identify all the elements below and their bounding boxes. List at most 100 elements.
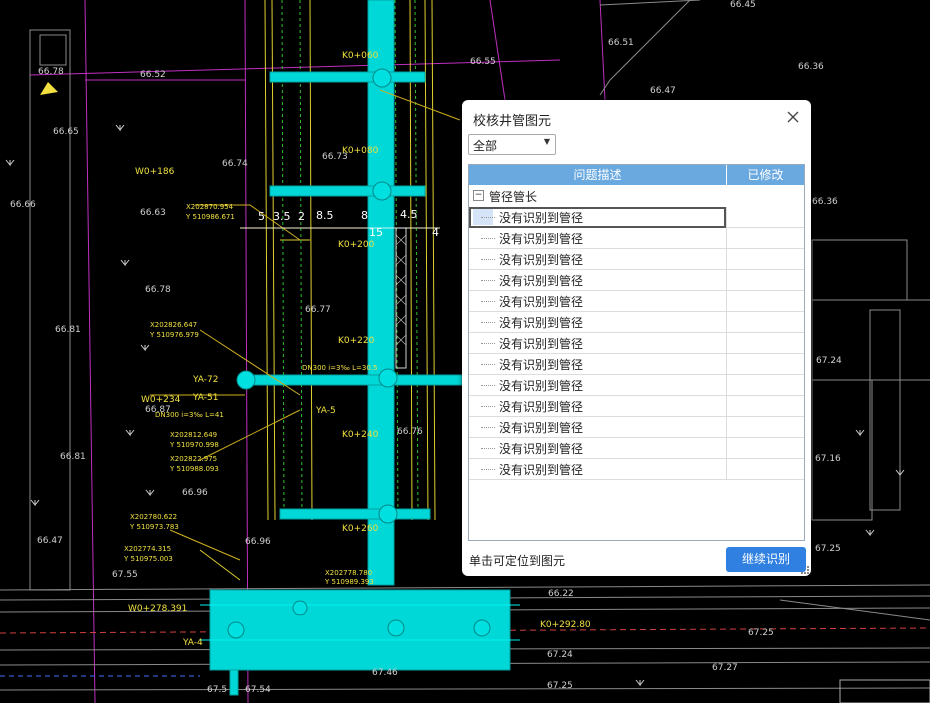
modified-cell[interactable] (726, 249, 804, 270)
column-header-modified[interactable]: 已修改 (726, 165, 804, 185)
description-cell[interactable]: 没有识别到管径 (469, 396, 726, 417)
description-cell[interactable]: 没有识别到管径 (469, 228, 726, 249)
elevation-label: 66.66 (10, 200, 36, 210)
dimension-label: 3.5 (273, 210, 291, 223)
description-cell[interactable]: 没有识别到管径 (469, 207, 726, 228)
description-cell[interactable]: 没有识别到管径 (469, 375, 726, 396)
modified-cell[interactable] (726, 291, 804, 312)
chevron-down-icon: ▼ (543, 137, 550, 146)
description-cell[interactable]: 没有识别到管径 (469, 249, 726, 270)
elevation-label: 67.27 (712, 663, 738, 673)
elevation-label: 67.25 (748, 628, 774, 638)
table-row[interactable]: 没有识别到管径 (469, 396, 804, 417)
elevation-label: 66.96 (182, 488, 208, 498)
tree-connector (481, 469, 495, 470)
description-cell[interactable]: 没有识别到管径 (469, 333, 726, 354)
tree-connector (481, 427, 495, 428)
modified-cell[interactable] (726, 375, 804, 396)
table-row[interactable]: 没有识别到管径 (469, 207, 804, 228)
table-row[interactable]: 没有识别到管径 (469, 291, 804, 312)
table-row[interactable]: 没有识别到管径 (469, 354, 804, 375)
coordinate-label: X202826.647 (150, 321, 198, 329)
modified-cell[interactable] (726, 333, 804, 354)
pipe-label: YA-5 (316, 406, 336, 416)
elevation-label: 66.36 (798, 62, 824, 72)
tree-connector (481, 322, 495, 323)
issue-text: 没有识别到管径 (499, 400, 584, 414)
elevation-label: 66.76 (397, 427, 423, 437)
table-row[interactable]: 没有识别到管径 (469, 438, 804, 459)
table-row[interactable]: 没有识别到管径 (469, 249, 804, 270)
station-label: K0+220 (338, 336, 375, 346)
coordinate-label: Y 510976.979 (150, 331, 199, 339)
tree-connector (481, 238, 495, 239)
description-cell[interactable]: 没有识别到管径 (469, 291, 726, 312)
resize-grip-icon[interactable] (801, 566, 809, 574)
hint-text: 单击可定位到图元 (469, 554, 566, 568)
modified-cell[interactable] (726, 417, 804, 438)
modified-cell[interactable] (726, 354, 804, 375)
modified-cell[interactable] (726, 396, 804, 417)
elevation-label: 66.55 (470, 57, 496, 67)
description-cell[interactable]: 没有识别到管径 (469, 417, 726, 438)
table-row[interactable]: 没有识别到管径 (469, 228, 804, 249)
issue-text: 没有识别到管径 (499, 379, 584, 393)
tree-connector (481, 280, 495, 281)
modified-cell[interactable] (726, 228, 804, 249)
filter-value: 全部 (473, 139, 498, 153)
pipe-label: YA-4 (183, 638, 203, 648)
elevation-label: 67.54 (245, 685, 271, 695)
dimension-label: 8.5 (316, 209, 334, 222)
table-row[interactable]: 没有识别到管径 (469, 459, 804, 480)
continue-recognize-button[interactable]: 继续识别 (726, 547, 806, 572)
station-label: K0+080 (342, 146, 379, 156)
close-icon[interactable] (785, 109, 801, 125)
modified-cell[interactable] (726, 459, 804, 480)
elevation-label: 66.65 (53, 127, 79, 137)
description-cell[interactable]: 没有识别到管径 (469, 270, 726, 291)
description-cell[interactable]: 没有识别到管径 (469, 354, 726, 375)
description-cell[interactable]: 没有识别到管径 (469, 312, 726, 333)
elevation-label: 66.81 (55, 325, 81, 335)
pipe-label: DN300 i=3‰ L=30.5 (302, 364, 378, 372)
dimension-label: 5 (258, 210, 265, 223)
coordinate-label: Y 510975.003 (124, 555, 173, 563)
check-pipe-dialog: 校核井管图元 全部 ▼ 问题描述 已修改 − 管径管长 没有识别到管径 没有识别到… (462, 100, 811, 576)
filter-select[interactable]: 全部 ▼ (468, 134, 556, 155)
column-header-description[interactable]: 问题描述 (469, 165, 726, 185)
modified-cell[interactable] (726, 312, 804, 333)
description-cell[interactable]: 没有识别到管径 (469, 438, 726, 459)
elevation-label: 67.46 (372, 668, 398, 678)
table-row[interactable]: 没有识别到管径 (469, 270, 804, 291)
elevation-label: 67.24 (547, 650, 573, 660)
elevation-label: 66.96 (245, 537, 271, 547)
modified-cell[interactable] (726, 207, 804, 228)
coordinate-label: X202774.315 (124, 545, 172, 553)
table-row[interactable]: 没有识别到管径 (469, 333, 804, 354)
modified-cell[interactable] (726, 270, 804, 291)
station-label: K0+060 (342, 51, 379, 61)
description-cell[interactable]: 没有识别到管径 (469, 459, 726, 480)
elevation-label: 67.25 (547, 681, 573, 691)
tree-group-row[interactable]: − 管径管长 (469, 186, 804, 207)
elevation-label: 66.81 (60, 452, 86, 462)
modified-cell[interactable] (726, 438, 804, 459)
elevation-label: 66.45 (730, 0, 756, 10)
pipe-label: YA-72 (193, 375, 219, 385)
table-row[interactable]: 没有识别到管径 (469, 312, 804, 333)
tree-connector (481, 301, 495, 302)
issue-text: 没有识别到管径 (499, 421, 584, 435)
issue-text: 没有识别到管径 (499, 337, 584, 351)
tree-connector (481, 217, 495, 218)
tree-connector (481, 343, 495, 344)
elevation-label: 66.63 (140, 208, 166, 218)
station-label: W0+234 (141, 395, 181, 405)
pipe-label: DN300 i=3‰ L=41 (155, 411, 224, 419)
collapse-icon[interactable]: − (473, 190, 484, 201)
table-row[interactable]: 没有识别到管径 (469, 375, 804, 396)
dimension-label: 4 (432, 226, 439, 239)
coordinate-label: X202870.954 (186, 203, 234, 211)
elevation-label: 67.24 (816, 356, 842, 366)
station-label: W0+186 (135, 167, 175, 177)
table-row[interactable]: 没有识别到管径 (469, 417, 804, 438)
